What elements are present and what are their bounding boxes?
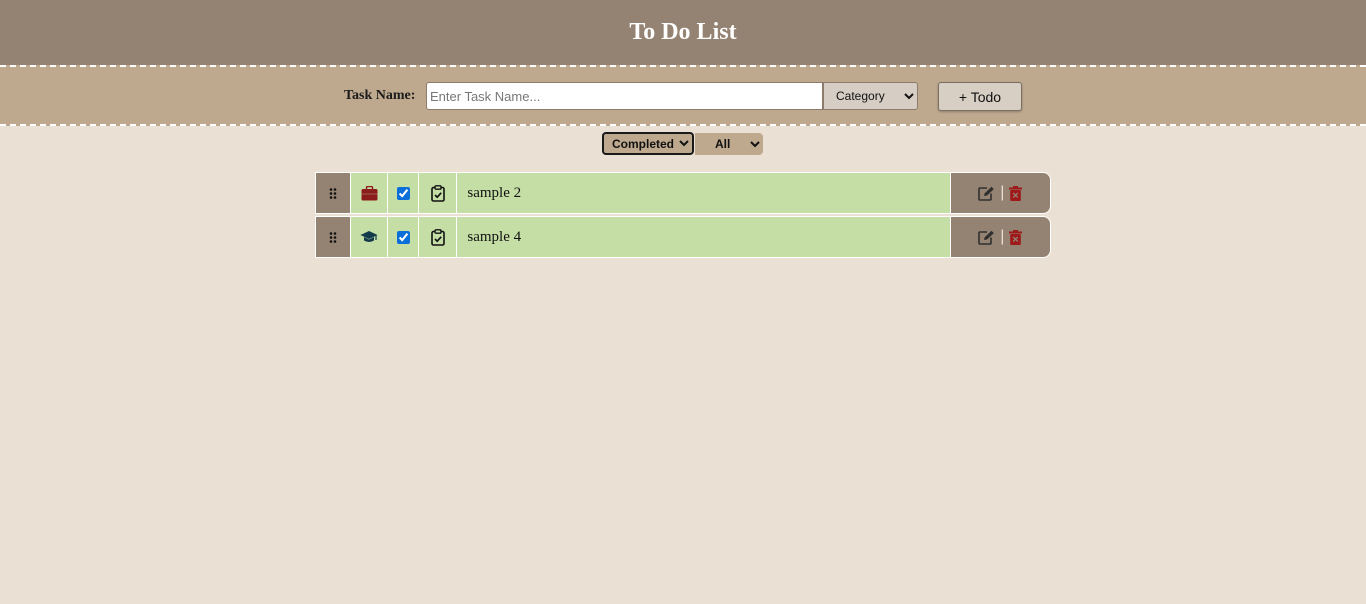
actions-cell: |: [950, 216, 1051, 258]
category-cell: [351, 216, 389, 258]
drag-handle[interactable]: [315, 216, 352, 258]
edit-button[interactable]: [978, 230, 995, 245]
action-separator: |: [1000, 228, 1005, 245]
clipboard-check-icon: [431, 228, 445, 246]
category-select[interactable]: Category: [823, 82, 918, 110]
grip-icon: [329, 231, 337, 243]
grip-icon: [329, 187, 337, 199]
complete-cell: [388, 172, 420, 214]
status-filter-select[interactable]: Completed: [602, 132, 694, 155]
action-separator: |: [1000, 184, 1005, 201]
graduation-cap-icon: [360, 231, 378, 242]
category-filter-select[interactable]: All: [695, 133, 763, 155]
delete-button[interactable]: [1009, 229, 1023, 245]
add-todo-button[interactable]: + Todo: [938, 82, 1022, 111]
delete-button[interactable]: [1009, 185, 1023, 201]
complete-cell: [388, 216, 420, 258]
clipboard-check-icon: [431, 184, 445, 202]
task-name: sample 2: [457, 172, 951, 214]
briefcase-icon: [361, 185, 378, 200]
todo-item: sample 2 |: [315, 172, 1051, 214]
edit-icon: [978, 230, 994, 245]
edit-icon: [978, 186, 994, 201]
app-header: To Do List: [0, 0, 1366, 65]
task-icon-cell: [419, 172, 458, 214]
add-task-form: Task Name: Category + Todo: [0, 65, 1366, 126]
task-icon-cell: [419, 216, 458, 258]
page-title: To Do List: [629, 19, 737, 45]
trash-icon: [1009, 185, 1023, 201]
complete-checkbox[interactable]: [396, 186, 410, 200]
edit-button[interactable]: [978, 186, 995, 201]
drag-handle[interactable]: [315, 172, 352, 214]
task-name-input[interactable]: [426, 82, 823, 110]
task-name-label: Task Name:: [344, 88, 416, 103]
todo-list: sample 2 | sample 4 |: [315, 172, 1051, 260]
actions-cell: |: [950, 172, 1051, 214]
complete-checkbox[interactable]: [396, 230, 410, 244]
task-name: sample 4: [457, 216, 951, 258]
trash-icon: [1009, 229, 1023, 245]
category-cell: [351, 172, 389, 214]
todo-item: sample 4 |: [315, 216, 1051, 258]
